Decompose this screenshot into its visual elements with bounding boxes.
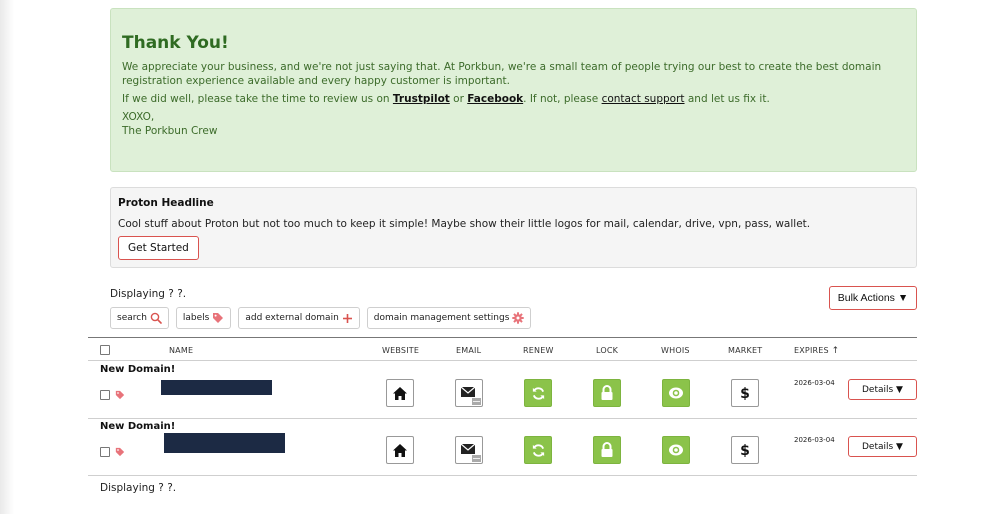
renew-button[interactable] <box>524 379 552 407</box>
eye-icon <box>669 387 683 399</box>
search-filter-button[interactable]: search <box>110 307 169 329</box>
header-email: EMAIL <box>456 346 482 355</box>
thank-you-title: Thank You! <box>122 33 229 53</box>
eye-icon <box>669 444 683 456</box>
row-checkbox[interactable] <box>100 447 110 457</box>
domain-table-header: NAME WEBSITE EMAIL RENEW LOCK WHOIS MARK… <box>88 337 917 361</box>
domain-row-title: New Domain! <box>100 421 176 432</box>
contact-support-link[interactable]: contact support <box>602 93 685 105</box>
market-button[interactable]: $ <box>731 379 759 407</box>
search-icon <box>150 312 162 324</box>
svg-text:$: $ <box>740 386 750 401</box>
whois-button[interactable] <box>662 436 690 464</box>
get-started-button[interactable]: Get Started <box>118 236 199 260</box>
labels-filter-button[interactable]: labels <box>175 307 232 329</box>
sort-up-arrow-icon: ↑ <box>831 346 840 356</box>
labels-filter-label: labels <box>182 313 210 323</box>
search-filter-label: search <box>117 313 147 323</box>
envelope-icon <box>460 443 481 462</box>
details-dropdown-button[interactable]: Details ▼ <box>848 436 917 457</box>
website-button[interactable] <box>386 436 414 464</box>
displaying-count-bottom: Displaying ? ?. <box>100 482 177 494</box>
lock-icon <box>601 442 613 457</box>
displaying-count-top: Displaying ? ?. <box>110 288 187 300</box>
header-whois: WHOIS <box>661 346 690 355</box>
review-line: If we did well, please take the time to … <box>122 93 770 105</box>
expiry-date: 2026-03-04 <box>794 436 835 444</box>
bulk-actions-button[interactable]: Bulk Actions ▼ <box>829 286 917 310</box>
tag-icon[interactable] <box>115 447 125 457</box>
header-market: MARKET <box>728 346 763 355</box>
left-edge-shadow <box>0 0 14 514</box>
gear-icon <box>512 312 525 324</box>
signoff-xoxo: XOXO, <box>122 111 155 123</box>
domain-management-settings-label: domain management settings <box>373 313 510 323</box>
lock-icon <box>601 385 613 400</box>
redacted-domain-name <box>161 380 272 395</box>
email-button[interactable] <box>455 436 483 464</box>
proton-headline: Proton Headline <box>118 197 214 209</box>
redacted-domain-name <box>164 433 285 453</box>
dollar-icon: $ <box>740 443 750 458</box>
expiry-date: 2026-03-04 <box>794 379 835 387</box>
tag-icon[interactable] <box>115 390 125 400</box>
home-icon <box>393 443 407 457</box>
renew-button[interactable] <box>524 436 552 464</box>
header-name[interactable]: NAME <box>169 346 193 355</box>
dollar-icon: $ <box>740 386 750 401</box>
envelope-icon <box>460 386 481 405</box>
filter-toolbar: search labels add external domain domain… <box>110 307 532 329</box>
tag-icon <box>213 313 224 323</box>
proton-body: Cool stuff about Proton but not too much… <box>118 218 811 230</box>
thank-you-message: We appreciate your business, and we're n… <box>122 61 882 87</box>
add-external-domain-button[interactable]: add external domain <box>238 307 360 329</box>
market-button[interactable]: $ <box>731 436 759 464</box>
signoff-crew: The Porkbun Crew <box>122 125 218 137</box>
domain-management-settings-button[interactable]: domain management settings <box>366 307 532 329</box>
add-external-domain-label: add external domain <box>245 313 339 323</box>
home-icon <box>393 386 407 400</box>
proton-promo-panel: Proton Headline Cool stuff about Proton … <box>110 187 917 268</box>
facebook-link[interactable]: Facebook <box>467 93 523 105</box>
row-checkbox[interactable] <box>100 390 110 400</box>
table-row: New Domain! $ 2026-03-04 Details ▼ <box>88 419 917 476</box>
refresh-icon <box>532 443 544 457</box>
thank-you-panel: Thank You! We appreciate your business, … <box>110 8 917 172</box>
svg-text:$: $ <box>740 443 750 458</box>
header-website: WEBSITE <box>382 346 420 355</box>
email-button[interactable] <box>455 379 483 407</box>
domain-row-title: New Domain! <box>100 364 176 375</box>
header-expires[interactable]: EXPIRES ↑ <box>794 346 839 356</box>
select-all-checkbox[interactable] <box>100 345 110 355</box>
header-lock: LOCK <box>596 346 619 355</box>
trustpilot-link[interactable]: Trustpilot <box>393 93 450 105</box>
table-row: New Domain! $ 2026-03-04 Details ▼ <box>88 362 917 419</box>
details-dropdown-button[interactable]: Details ▼ <box>848 379 917 400</box>
whois-button[interactable] <box>662 379 690 407</box>
plus-icon <box>342 313 352 323</box>
website-button[interactable] <box>386 379 414 407</box>
header-renew: RENEW <box>523 346 554 355</box>
lock-button[interactable] <box>593 379 621 407</box>
refresh-icon <box>532 386 544 400</box>
lock-button[interactable] <box>593 436 621 464</box>
